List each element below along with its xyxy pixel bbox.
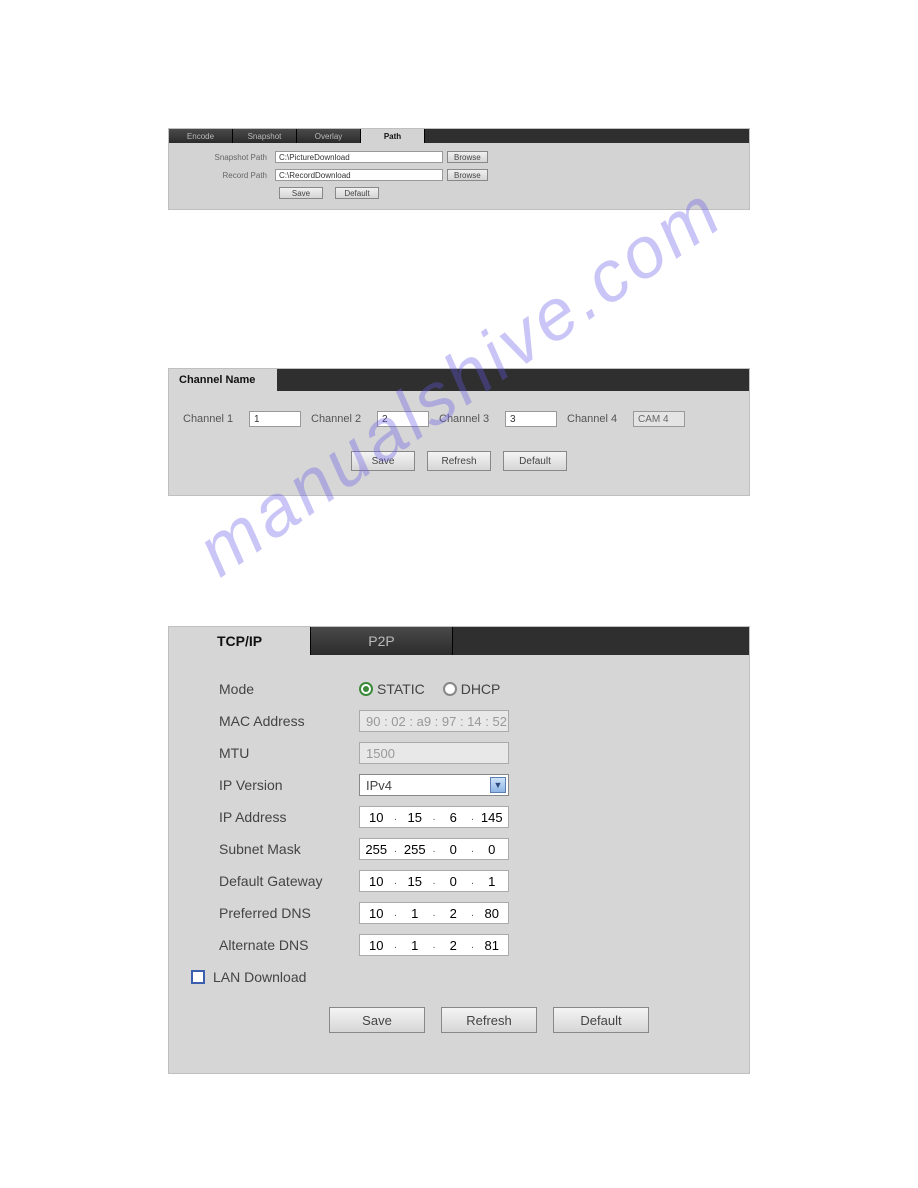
ip-octet[interactable] [360,810,393,825]
ip-octet[interactable] [399,938,432,953]
path-save-button[interactable]: Save [279,187,323,199]
ip-octet[interactable] [437,906,470,921]
channel-refresh-button[interactable]: Refresh [427,451,491,471]
record-path-label: Record Path [169,171,275,180]
channel-tabs: Channel Name [169,369,749,391]
tab-tcpip[interactable]: TCP/IP [169,627,311,655]
alternate-dns-label: Alternate DNS [219,937,359,953]
radio-selected-icon [359,682,373,696]
path-default-button[interactable]: Default [335,187,379,199]
ip-octet[interactable] [476,842,509,857]
ip-octet[interactable] [360,842,393,857]
record-path-browse-button[interactable]: Browse [447,169,488,181]
ip-octet[interactable] [437,874,470,889]
subnet-mask-input[interactable]: . . . [359,838,509,860]
tab-snapshot[interactable]: Snapshot [233,129,297,143]
mode-dhcp-label: DHCP [461,681,501,697]
subnet-mask-label: Subnet Mask [219,841,359,857]
tab-encode[interactable]: Encode [169,129,233,143]
mtu-value: 1500 [359,742,509,764]
ip-octet[interactable] [399,842,432,857]
ip-version-label: IP Version [219,777,359,793]
tab-p2p[interactable]: P2P [311,627,453,655]
path-panel: Encode Snapshot Overlay Path Snapshot Pa… [168,128,750,210]
ip-octet[interactable] [437,938,470,953]
channel1-label: Channel 1 [183,413,239,425]
ip-octet[interactable] [476,906,509,921]
tcpip-refresh-button[interactable]: Refresh [441,1007,537,1033]
mode-dhcp-radio[interactable]: DHCP [443,681,501,697]
mode-static-radio[interactable]: STATIC [359,681,425,697]
ip-octet[interactable] [360,874,393,889]
snapshot-path-input[interactable] [275,151,443,163]
snapshot-path-label: Snapshot Path [169,153,275,162]
channel3-label: Channel 3 [439,413,495,425]
ip-version-value: IPv4 [366,778,392,793]
tab-channel-name[interactable]: Channel Name [169,369,277,391]
ip-address-input[interactable]: . . . [359,806,509,828]
ip-octet[interactable] [399,874,432,889]
ip-octet[interactable] [360,938,393,953]
channel4-input[interactable] [633,411,685,427]
channel1-input[interactable] [249,411,301,427]
ip-octet[interactable] [437,842,470,857]
channel-default-button[interactable]: Default [503,451,567,471]
channel3-input[interactable] [505,411,557,427]
channel2-label: Channel 2 [311,413,367,425]
snapshot-path-browse-button[interactable]: Browse [447,151,488,163]
ip-version-select[interactable]: IPv4 ▼ [359,774,509,796]
mtu-label: MTU [219,745,359,761]
tab-overlay[interactable]: Overlay [297,129,361,143]
channel-save-button[interactable]: Save [351,451,415,471]
path-tabs: Encode Snapshot Overlay Path [169,129,749,143]
ip-octet[interactable] [360,906,393,921]
checkbox-icon [191,970,205,984]
lan-download-checkbox[interactable]: LAN Download [191,969,729,985]
ip-octet[interactable] [437,810,470,825]
mode-label: Mode [219,681,359,697]
channel-name-panel: Channel Name Channel 1 Channel 2 Channel… [168,368,750,496]
tab-path[interactable]: Path [361,129,425,143]
ip-octet[interactable] [476,874,509,889]
tcpip-panel: TCP/IP P2P Mode STATIC DHCP MAC Add [168,626,750,1074]
default-gateway-input[interactable]: . . . [359,870,509,892]
chevron-down-icon: ▼ [490,777,506,793]
mode-static-label: STATIC [377,681,425,697]
ip-address-label: IP Address [219,809,359,825]
preferred-dns-input[interactable]: . . . [359,902,509,924]
tcpip-default-button[interactable]: Default [553,1007,649,1033]
mac-address-label: MAC Address [219,713,359,729]
alternate-dns-input[interactable]: . . . [359,934,509,956]
lan-download-label: LAN Download [213,969,306,985]
radio-unselected-icon [443,682,457,696]
record-path-input[interactable] [275,169,443,181]
ip-octet[interactable] [476,810,509,825]
tcpip-save-button[interactable]: Save [329,1007,425,1033]
tcpip-tabs: TCP/IP P2P [169,627,749,655]
ip-octet[interactable] [399,906,432,921]
default-gateway-label: Default Gateway [219,873,359,889]
ip-octet[interactable] [399,810,432,825]
channel2-input[interactable] [377,411,429,427]
mac-address-value: 90 : 02 : a9 : 97 : 14 : 52 [359,710,509,732]
ip-octet[interactable] [476,938,509,953]
channel4-label: Channel 4 [567,413,623,425]
preferred-dns-label: Preferred DNS [219,905,359,921]
